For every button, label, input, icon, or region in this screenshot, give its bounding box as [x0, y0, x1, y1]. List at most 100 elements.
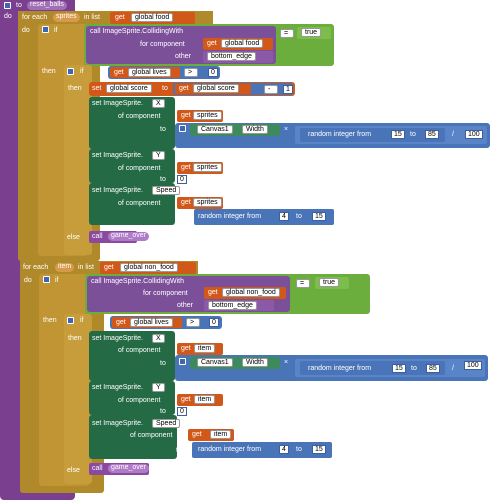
- get-label: get: [104, 264, 114, 271]
- get-label: get: [181, 396, 191, 403]
- of-component-label: of component: [118, 397, 161, 404]
- proc-do-label: do: [4, 13, 12, 20]
- else-label: else: [67, 234, 80, 241]
- gt-operator-dropdown[interactable]: >: [184, 68, 198, 77]
- true-dropdown[interactable]: true: [301, 28, 322, 37]
- loop-var-field[interactable]: item: [55, 263, 75, 272]
- get-label: get: [179, 85, 189, 92]
- to-label: to: [176, 214, 182, 221]
- set-imagesprite-label: set ImageSprite.: [92, 384, 143, 391]
- edge-dropdown[interactable]: bottom_edge: [207, 52, 256, 61]
- y-zero-number[interactable]: 0: [177, 175, 187, 184]
- for-each-label: for each: [22, 14, 48, 21]
- if-gear-icon[interactable]: [42, 26, 49, 33]
- of-component-label: of component: [118, 200, 161, 207]
- for-component-label: for component: [140, 41, 185, 48]
- gt-operator-dropdown[interactable]: >: [186, 318, 200, 327]
- inner-if-else-block-1[interactable]: [64, 65, 92, 255]
- random-to-number[interactable]: 15: [312, 212, 326, 221]
- property-y-dropdown[interactable]: Y: [152, 383, 165, 392]
- call-label: call: [92, 465, 103, 472]
- random-to-label: to: [296, 213, 302, 220]
- get-label: get: [192, 431, 202, 438]
- lives-dropdown[interactable]: global lives: [128, 68, 171, 77]
- in-list-label: in list: [84, 14, 100, 21]
- multiply-gear-icon[interactable]: [179, 125, 186, 132]
- width-dropdown[interactable]: Width: [242, 358, 268, 367]
- zero-number[interactable]: 0: [209, 318, 219, 327]
- game-over-field[interactable]: game_over: [108, 232, 150, 241]
- random-to-number[interactable]: 85: [426, 364, 440, 373]
- random-to-number[interactable]: 85: [425, 130, 439, 139]
- list-var-dropdown[interactable]: global non_food: [120, 263, 178, 272]
- sprites-dropdown[interactable]: sprites: [193, 163, 222, 172]
- to-label: to: [160, 360, 166, 367]
- loop-do-label: do: [22, 27, 30, 34]
- inner-then-label: then: [68, 335, 82, 342]
- property-speed-dropdown[interactable]: Speed: [152, 419, 181, 428]
- sprites-dropdown[interactable]: sprites: [193, 198, 222, 207]
- list-var-dropdown[interactable]: global food: [131, 13, 174, 22]
- procedure-name-field[interactable]: reset_balls: [27, 1, 67, 10]
- random-from-number[interactable]: 15: [391, 130, 405, 139]
- canvas-dropdown[interactable]: Canvas1: [197, 358, 233, 367]
- component-var-dropdown[interactable]: global non_food: [222, 288, 280, 297]
- item-dropdown[interactable]: item: [210, 430, 232, 439]
- operator-dropdown[interactable]: =: [280, 29, 294, 38]
- game-over-field[interactable]: game_over: [108, 464, 150, 473]
- lives-dropdown[interactable]: global lives: [130, 318, 173, 327]
- random-integer-label: random integer from: [198, 213, 262, 220]
- random-to-number[interactable]: 15: [312, 445, 326, 454]
- divisor-number[interactable]: 100: [464, 361, 482, 370]
- of-component-label: of component: [118, 113, 161, 120]
- minus-operator-dropdown[interactable]: -: [264, 85, 278, 94]
- inner-if-gear-icon[interactable]: [67, 68, 74, 75]
- random-integer-label: random integer from: [198, 446, 262, 453]
- item-dropdown[interactable]: item: [194, 395, 216, 404]
- component-var-dropdown[interactable]: global food: [221, 39, 264, 48]
- to-label: to: [160, 126, 166, 133]
- in-list-label: in list: [78, 264, 94, 271]
- get-label: get: [115, 14, 125, 21]
- set-label: set: [92, 85, 102, 92]
- of-component-label: of component: [130, 432, 173, 439]
- inner-if-gear-icon[interactable]: [67, 317, 74, 324]
- inner-if-label: if: [80, 317, 84, 324]
- set-imagesprite-label: set ImageSprite.: [92, 187, 143, 194]
- for-each-label: for each: [23, 264, 49, 271]
- mutator-gear-icon[interactable]: [4, 2, 11, 9]
- loop-var-field[interactable]: sprites: [53, 13, 80, 22]
- y-zero-number[interactable]: 0: [177, 407, 187, 416]
- set-imagesprite-label: set ImageSprite.: [92, 335, 143, 342]
- then-label: then: [42, 68, 56, 75]
- item-dropdown[interactable]: item: [194, 344, 216, 353]
- random-from-number[interactable]: 4: [279, 445, 289, 454]
- canvas-dropdown[interactable]: Canvas1: [197, 125, 233, 134]
- operator-dropdown[interactable]: =: [296, 279, 310, 288]
- sprites-dropdown[interactable]: sprites: [193, 111, 222, 120]
- property-x-dropdown[interactable]: X: [152, 334, 165, 343]
- random-from-number[interactable]: 15: [392, 364, 406, 373]
- zero-number[interactable]: 0: [208, 68, 218, 77]
- set-imagesprite-label: set ImageSprite.: [92, 152, 143, 159]
- of-component-label: of component: [118, 347, 161, 354]
- property-x-dropdown[interactable]: X: [152, 99, 165, 108]
- if-gear-icon[interactable]: [43, 276, 50, 283]
- divide-label: /: [452, 365, 454, 372]
- property-speed-dropdown[interactable]: Speed: [152, 186, 181, 195]
- colliding-call-label: call ImageSprite.CollidingWith: [90, 28, 183, 35]
- score-get-dropdown[interactable]: global score: [193, 84, 239, 93]
- true-dropdown[interactable]: true: [319, 278, 340, 287]
- score-var-dropdown[interactable]: global score: [106, 84, 152, 93]
- random-from-number[interactable]: 4: [279, 212, 289, 221]
- divisor-number[interactable]: 100: [465, 130, 483, 139]
- property-y-dropdown[interactable]: Y: [152, 151, 165, 160]
- one-number[interactable]: 1: [283, 85, 293, 94]
- multiply-gear-icon[interactable]: [179, 358, 186, 365]
- to-label: to: [162, 85, 168, 92]
- edge-dropdown[interactable]: bottom_edge: [208, 301, 257, 310]
- proc-to-label: to: [16, 2, 22, 9]
- width-dropdown[interactable]: Width: [242, 125, 268, 134]
- get-label: get: [181, 345, 191, 352]
- random-integer-label: random integer from: [308, 131, 372, 138]
